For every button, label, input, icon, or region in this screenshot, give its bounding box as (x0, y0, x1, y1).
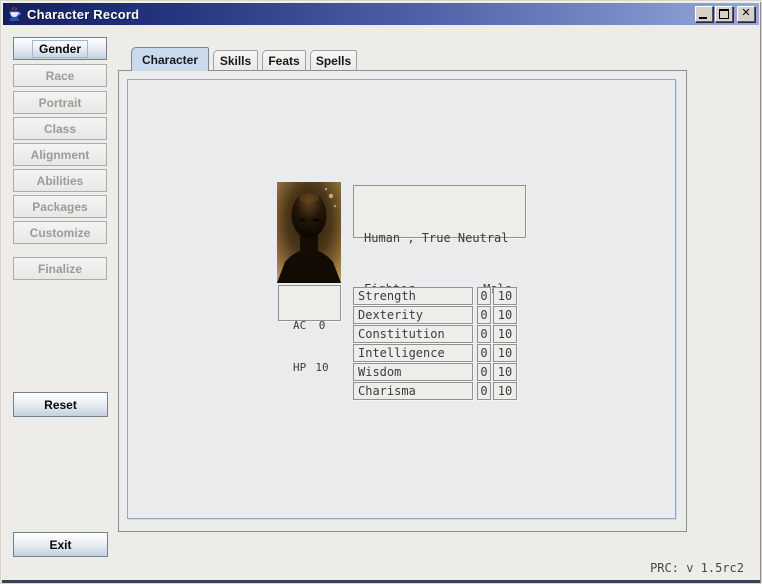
exit-button[interactable]: Exit (13, 532, 108, 557)
sidebar-button-gender[interactable]: Gender (13, 37, 107, 60)
ability-name-intelligence: Intelligence (353, 344, 473, 362)
ac-label: AC (293, 319, 313, 333)
ability-mod-charisma: 0 (477, 382, 491, 400)
ability-score-strength: 10 (493, 287, 517, 305)
ac-hp-box: AC 0 HP 10 (278, 285, 341, 321)
ability-mod-constitution: 0 (477, 325, 491, 343)
ability-name-constitution: Constitution (353, 325, 473, 343)
sidebar-button-race[interactable]: Race (13, 64, 107, 87)
character-summary-box: Human , True Neutral Fighter - Male (353, 185, 526, 238)
prc-version-label: PRC: v 1.5rc2 (650, 561, 744, 575)
ability-score-intelligence: 10 (493, 344, 517, 362)
sidebar-button-customize[interactable]: Customize (13, 221, 107, 244)
ability-name-strength: Strength (353, 287, 473, 305)
ac-value: 0 (313, 319, 331, 333)
sidebar-button-alignment[interactable]: Alignment (13, 143, 107, 166)
tab-skills[interactable]: Skills (213, 50, 258, 71)
hp-label: HP (293, 361, 313, 375)
java-coffee-cup-icon (7, 7, 22, 22)
ability-score-wisdom: 10 (493, 363, 517, 381)
character-portrait-image (277, 182, 341, 283)
minimize-icon (699, 17, 707, 19)
tab-strip: Character Skills Feats Spells (131, 47, 357, 71)
maximize-button[interactable] (715, 6, 733, 22)
reset-button[interactable]: Reset (13, 392, 108, 417)
ability-mod-dexterity: 0 (477, 306, 491, 324)
ability-name-wisdom: Wisdom (353, 363, 473, 381)
sidebar-button-portrait[interactable]: Portrait (13, 91, 107, 114)
ability-mod-strength: 0 (477, 287, 491, 305)
tab-feats[interactable]: Feats (262, 50, 306, 71)
tab-spells[interactable]: Spells (310, 50, 357, 71)
tab-character[interactable]: Character (131, 47, 209, 71)
ability-score-dexterity: 10 (493, 306, 517, 324)
sidebar-button-gender-label: Gender (32, 40, 88, 58)
title-bar: Character Record ✕ (3, 3, 759, 25)
sidebar-button-finalize[interactable]: Finalize (13, 257, 107, 280)
character-record-window: Character Record ✕ Gender Race Portrait … (0, 0, 762, 584)
ability-name-dexterity: Dexterity (353, 306, 473, 324)
summary-race-alignment: Human , True Neutral (364, 230, 515, 247)
ability-score-charisma: 10 (493, 382, 517, 400)
close-button[interactable]: ✕ (737, 6, 755, 22)
ability-mod-intelligence: 0 (477, 344, 491, 362)
minimize-button[interactable] (695, 6, 713, 22)
close-icon: ✕ (738, 6, 754, 19)
hp-value: 10 (313, 361, 331, 375)
sidebar-button-class[interactable]: Class (13, 117, 107, 140)
maximize-icon (719, 9, 729, 19)
sidebar-button-abilities[interactable]: Abilities (13, 169, 107, 192)
ability-mod-wisdom: 0 (477, 363, 491, 381)
sidebar-button-packages[interactable]: Packages (13, 195, 107, 218)
window-title: Character Record (27, 7, 693, 22)
ability-score-constitution: 10 (493, 325, 517, 343)
ability-name-charisma: Charisma (353, 382, 473, 400)
